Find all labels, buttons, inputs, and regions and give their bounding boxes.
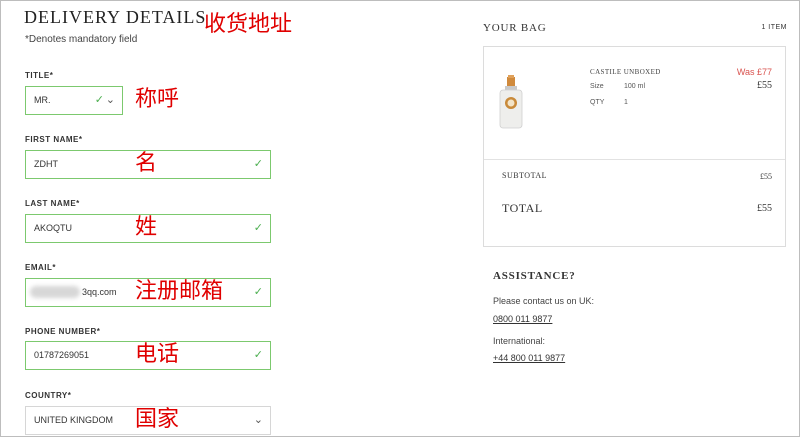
email-value: 3qq.com (82, 287, 117, 297)
annotation-first-name: 名 (135, 151, 158, 176)
check-icon: ✓ (253, 222, 263, 234)
uk-contact-text: Please contact us on UK: (493, 296, 595, 306)
title-label: TITLE* (25, 71, 54, 80)
divider (484, 159, 785, 160)
size-label: Size (590, 83, 604, 90)
annotation-last-name: 姓 (135, 215, 158, 240)
size-value: 100 ml (624, 83, 646, 90)
uk-phone-link[interactable]: 0800 011 9877 (493, 314, 552, 324)
bag-title: YOUR BAG (483, 22, 547, 34)
qty-label: QTY (590, 99, 605, 106)
check-icon: ✓ (253, 349, 263, 361)
product-name[interactable]: CASTILE UNBOXED (590, 68, 661, 76)
intl-contact-text: International: (493, 336, 546, 346)
subtotal-label: SUBTOTAL (502, 171, 547, 180)
check-icon: ✓ (94, 94, 104, 106)
subtotal-value: £55 (760, 172, 772, 181)
country-value: UNITED KINGDOM (34, 415, 114, 425)
bag-item-count: 1 ITEM (761, 24, 787, 31)
annotation-address: 收货地址 (204, 12, 293, 37)
page-title: DELIVERY DETAILS (24, 7, 207, 27)
title-select-value: MR. (34, 95, 51, 105)
chevron-down-icon: ⌄ (105, 94, 115, 106)
intl-phone-link[interactable]: +44 800 011 9877 (493, 353, 565, 363)
first-name-label: FIRST NAME* (25, 135, 83, 144)
was-price: Was £77 (736, 67, 772, 77)
title-select[interactable]: MR. ✓ ⌄ (25, 86, 123, 115)
last-name-value: AKOQTU (34, 223, 73, 233)
total-label: TOTAL (502, 201, 543, 215)
phone-label: PHONE NUMBER* (25, 327, 101, 336)
product-image[interactable] (496, 75, 526, 130)
last-name-label: LAST NAME* (25, 199, 80, 208)
bag-summary: CASTILE UNBOXED Was £77 £55 Size 100 ml … (483, 46, 786, 247)
email-label: EMAIL* (25, 263, 56, 272)
phone-value: 01787269051 (34, 350, 90, 360)
first-name-value: ZDHT (34, 159, 58, 169)
check-icon: ✓ (253, 286, 263, 298)
qty-value: 1 (624, 99, 628, 106)
country-label: COUNTRY* (25, 391, 72, 400)
annotation-email: 注册邮箱 (135, 279, 224, 304)
redacted-email-part (30, 286, 80, 298)
product-price: £55 (757, 80, 772, 91)
annotation-title: 称呼 (135, 87, 180, 112)
check-icon: ✓ (253, 158, 263, 170)
chevron-down-icon: ⌄ (253, 414, 263, 426)
total-value: £55 (757, 203, 772, 214)
annotation-phone: 电话 (135, 342, 180, 367)
annotation-country: 国家 (135, 407, 180, 432)
mandatory-note: *Denotes mandatory field (25, 34, 138, 45)
assistance-heading: ASSISTANCE? (493, 270, 576, 282)
